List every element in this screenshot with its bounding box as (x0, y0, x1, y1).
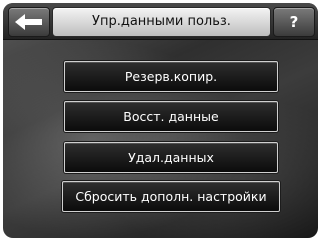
back-button[interactable] (8, 7, 50, 37)
reset-advanced-settings-button[interactable]: Сбросить дополн. настройки (62, 181, 280, 212)
title-bar: Упр.данными польз. ? (3, 3, 318, 40)
restore-data-button[interactable]: Восст. данные (64, 101, 278, 132)
help-button[interactable]: ? (273, 7, 315, 37)
delete-data-button[interactable]: Удал.данных (64, 142, 278, 173)
page-title: Упр.данными польз. (52, 7, 271, 37)
backup-button[interactable]: Резерв.копир. (64, 61, 278, 92)
screen: Упр.данными польз. ? Резерв.копир. Восст… (3, 3, 318, 238)
